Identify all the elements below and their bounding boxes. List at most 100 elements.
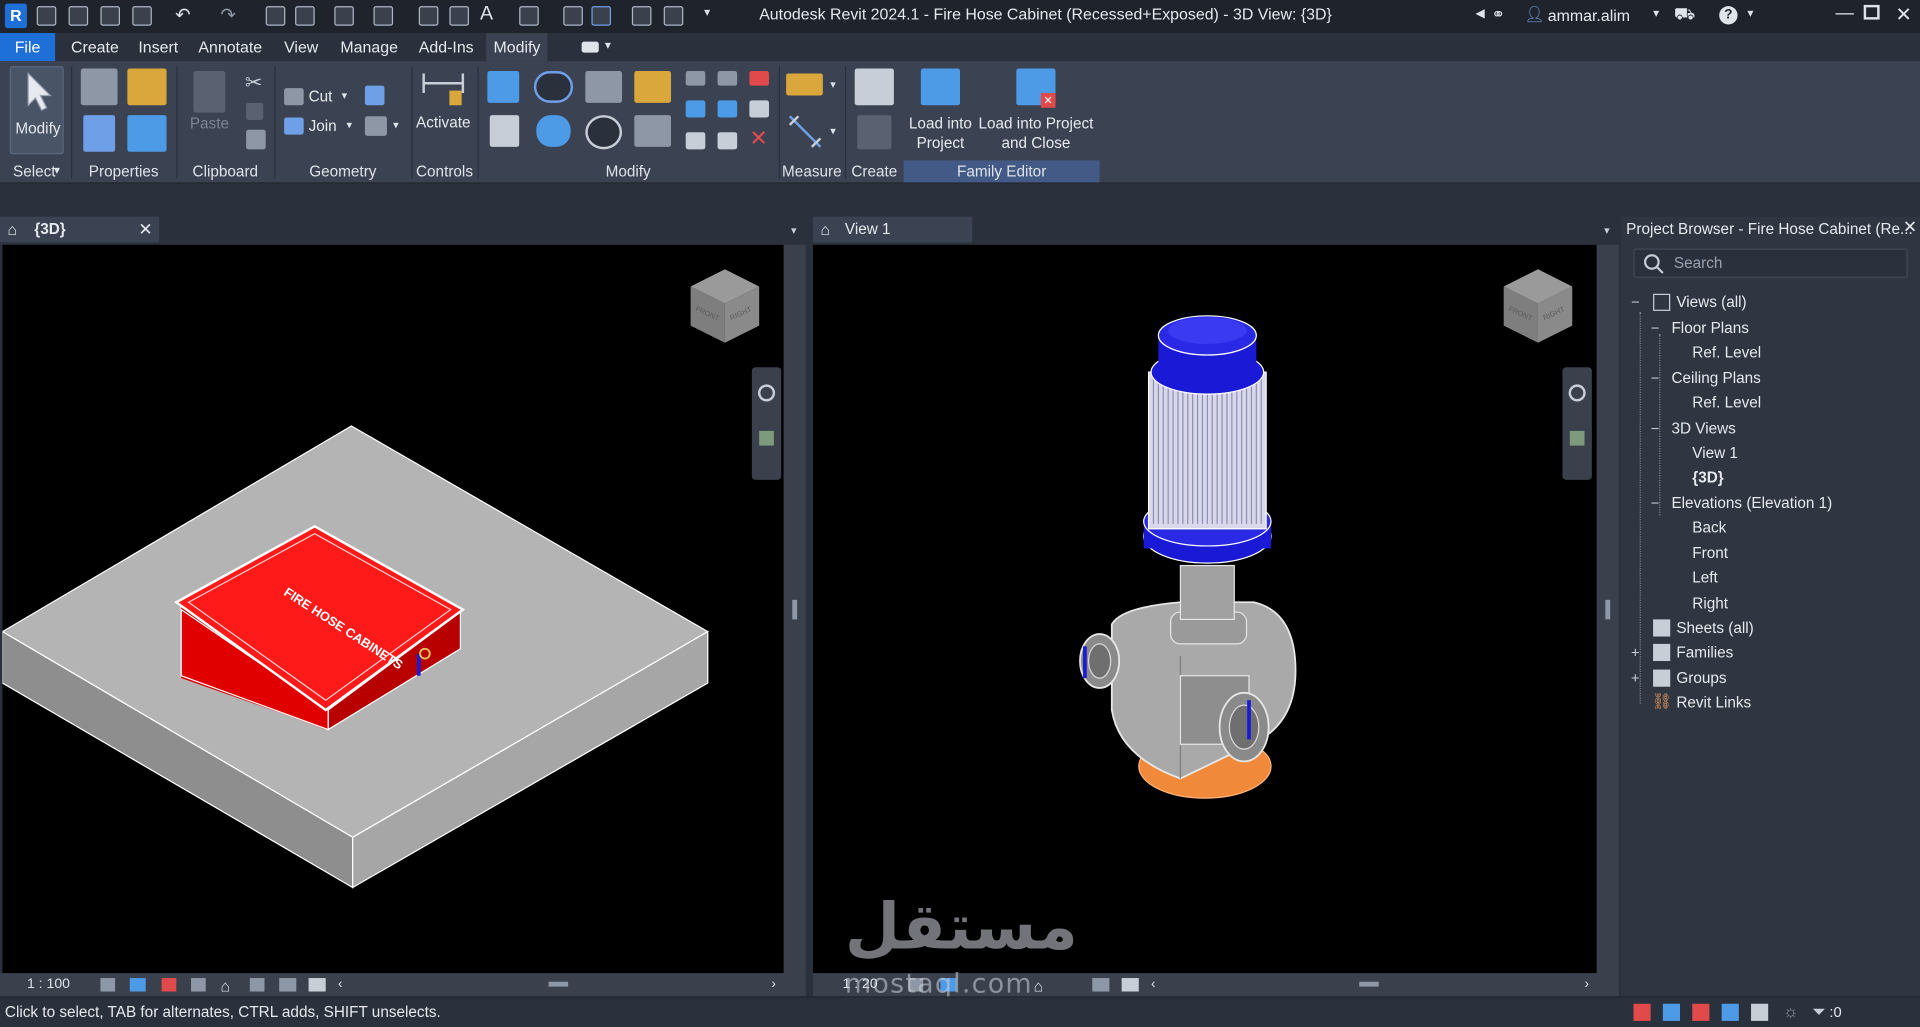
reveal-hidden-icon[interactable]: [279, 978, 297, 992]
home-3d-icon[interactable]: ⌂: [1033, 974, 1043, 997]
menu-modify[interactable]: Modify: [486, 33, 548, 62]
cart-icon[interactable]: ⛟: [1674, 4, 1696, 27]
right-viewport[interactable]: FRONT RIGHT مستقل: [813, 244, 1597, 974]
user-icon[interactable]: 👤︎: [1525, 5, 1545, 25]
scale-icon[interactable]: [717, 100, 738, 118]
paint-dropdown-icon[interactable]: ▾: [393, 119, 399, 132]
rotate-icon[interactable]: [585, 115, 623, 150]
tree-3d-view-active[interactable]: {3D}: [1692, 466, 1723, 488]
select-dropdown-icon[interactable]: ▾: [54, 164, 60, 177]
right-vscroll-thumb[interactable]: [1605, 599, 1611, 620]
browser-search-input[interactable]: Search: [1633, 248, 1908, 278]
section-icon[interactable]: [563, 6, 583, 26]
left-hscroll-left-icon[interactable]: ‹: [338, 973, 342, 996]
cut-geometry-label[interactable]: Cut: [309, 87, 333, 107]
close-hidden-icon[interactable]: [631, 6, 652, 26]
menu-create[interactable]: Create: [64, 33, 126, 61]
tree-floor-plans[interactable]: Floor Plans: [1671, 317, 1748, 339]
split-gap-icon[interactable]: [717, 70, 738, 86]
menu-view[interactable]: View: [277, 33, 326, 61]
join-dropdown-icon[interactable]: ▾: [347, 119, 353, 132]
binoculars-icon[interactable]: ⚭: [1491, 5, 1504, 25]
join-geometry-label[interactable]: Join: [309, 116, 337, 136]
tree-families[interactable]: Families: [1676, 641, 1733, 663]
default-3d-view-icon[interactable]: [519, 6, 539, 26]
tree-elevations[interactable]: Elevations (Elevation 1): [1671, 492, 1832, 514]
left-vscroll-thumb[interactable]: [792, 599, 798, 620]
tree-ceiling-plan-ref-level[interactable]: Ref. Level: [1692, 392, 1761, 414]
switch-windows-icon[interactable]: [663, 6, 684, 26]
cut-geometry-icon[interactable]: [284, 88, 304, 106]
menu-file[interactable]: File: [0, 33, 56, 62]
trim-single-icon[interactable]: [685, 132, 706, 150]
worksharing-icon[interactable]: [308, 978, 326, 992]
tree-groups[interactable]: Groups: [1676, 667, 1726, 689]
mirror-axis-icon[interactable]: [585, 70, 623, 103]
text-icon[interactable]: A: [480, 4, 493, 26]
zoom-icon[interactable]: [1569, 430, 1585, 446]
crop-view-icon[interactable]: [191, 978, 206, 992]
menu-insert[interactable]: Insert: [131, 33, 186, 61]
split-element-icon[interactable]: [685, 70, 706, 86]
paste-icon[interactable]: [193, 70, 226, 113]
dimension-icon[interactable]: [373, 6, 394, 26]
tree-view-1[interactable]: View 1: [1692, 442, 1738, 464]
load-into-project-icon[interactable]: [920, 68, 961, 106]
create-similar-icon[interactable]: [854, 68, 894, 106]
customize-qat-icon[interactable]: ▾: [704, 6, 710, 19]
reveal-hidden-icon[interactable]: [1092, 978, 1110, 992]
type-properties-icon[interactable]: [80, 68, 118, 106]
tree-elevation-front[interactable]: Front: [1692, 542, 1728, 564]
delete-icon[interactable]: ✕: [749, 126, 767, 152]
tree-elevation-back[interactable]: Back: [1692, 517, 1726, 539]
paint-icon[interactable]: [364, 116, 387, 136]
modify-icon[interactable]: [449, 6, 469, 26]
tag-icon[interactable]: [418, 6, 439, 26]
open-icon[interactable]: [68, 6, 89, 26]
panel-toggle-dropdown-icon[interactable]: ▾: [605, 39, 611, 52]
help-dropdown-icon[interactable]: ▾: [1747, 7, 1753, 20]
expand-families-icon[interactable]: +: [1631, 641, 1640, 663]
tree-elevation-right[interactable]: Right: [1692, 592, 1728, 614]
measure-distance-icon[interactable]: [786, 73, 823, 96]
tree-sheets-all[interactable]: Sheets (all): [1676, 617, 1753, 639]
cut-icon[interactable]: ✂: [245, 71, 262, 95]
activate-controls-icon[interactable]: [421, 69, 465, 111]
left-tab-menu-icon[interactable]: ▾: [791, 224, 797, 237]
offset-icon[interactable]: [533, 70, 574, 103]
activate-label[interactable]: Activate: [411, 113, 475, 133]
zoom-icon[interactable]: [759, 430, 774, 446]
tree-elevation-left[interactable]: Left: [1692, 567, 1718, 589]
left-viewport[interactable]: FIRE HOSE CABINETS FRONT RIGHT: [2, 244, 784, 974]
menu-add-ins[interactable]: Add-Ins: [411, 33, 481, 61]
close-browser-icon[interactable]: ✕: [1903, 217, 1917, 238]
dimension-dropdown-icon[interactable]: ▾: [830, 125, 836, 138]
left-hscroll-right-icon[interactable]: ›: [771, 973, 775, 996]
collapse-views-icon[interactable]: −: [1631, 291, 1640, 313]
right-hscroll-right-icon[interactable]: ›: [1585, 973, 1589, 996]
collapse-elevations-icon[interactable]: −: [1651, 492, 1660, 514]
modify-tool-button[interactable]: Modify: [9, 66, 64, 155]
create-group-icon[interactable]: [857, 115, 892, 150]
undo-icon[interactable]: ↶: [175, 4, 190, 26]
close-tab-icon[interactable]: ✕: [138, 217, 152, 243]
copy-element-icon[interactable]: [536, 115, 571, 147]
restore-icon[interactable]: [1863, 4, 1880, 20]
align-icon[interactable]: [487, 70, 520, 103]
trim-multiple-icon[interactable]: [717, 132, 738, 150]
select-by-face-icon[interactable]: [1721, 1003, 1739, 1021]
copy-icon[interactable]: [246, 102, 264, 120]
export-icon[interactable]: [295, 6, 315, 26]
match-type-icon[interactable]: [246, 129, 266, 150]
tree-3d-views[interactable]: 3D Views: [1671, 417, 1735, 439]
steering-wheel-icon[interactable]: [1568, 384, 1586, 402]
user-name[interactable]: ammar.alim: [1548, 6, 1630, 24]
close-window-icon[interactable]: ✕: [1896, 2, 1912, 26]
visual-style-icon[interactable]: [129, 978, 146, 992]
view-cube-right-pane[interactable]: FRONT RIGHT: [1501, 267, 1574, 345]
collapse-floor-plans-icon[interactable]: −: [1651, 317, 1660, 339]
drag-elements-icon[interactable]: [1751, 1003, 1769, 1021]
save-icon[interactable]: [100, 6, 121, 26]
home-icon[interactable]: [36, 6, 57, 26]
move-icon[interactable]: [489, 115, 520, 147]
